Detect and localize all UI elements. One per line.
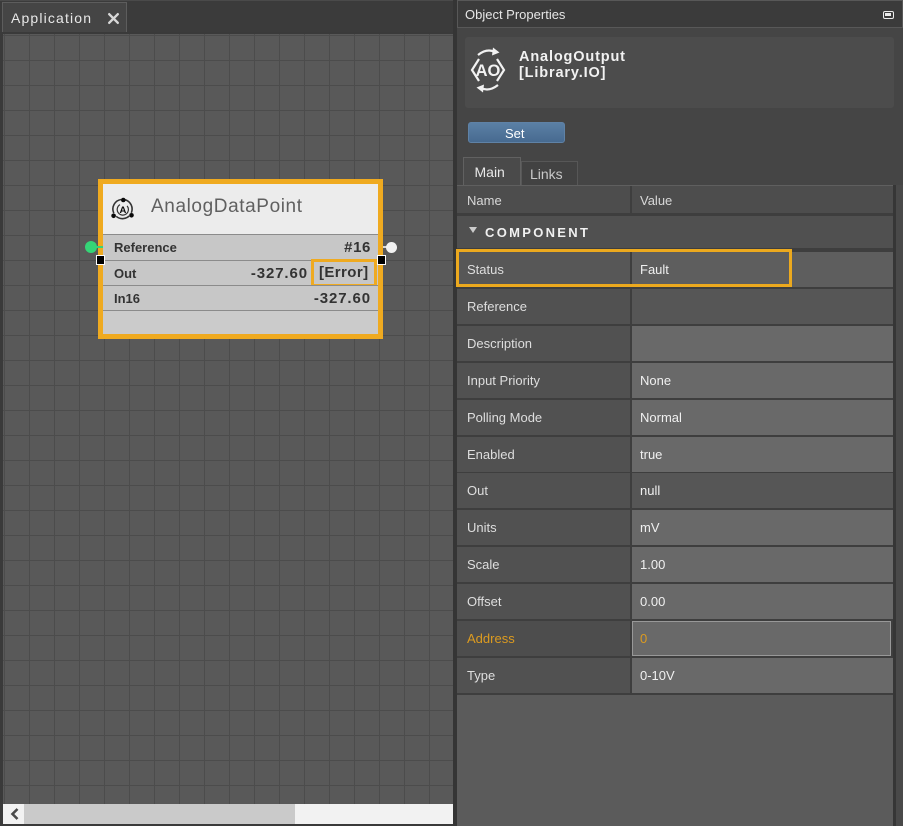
svg-text:AO: AO [476, 62, 501, 80]
